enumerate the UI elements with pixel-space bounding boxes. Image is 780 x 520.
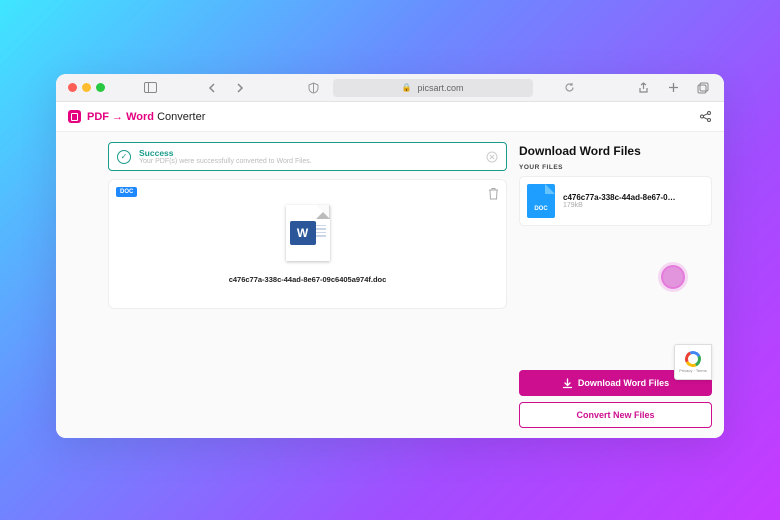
delete-file-icon[interactable] — [488, 187, 499, 200]
download-icon — [562, 378, 573, 389]
browser-toolbar: 🔒 picsart.com — [56, 74, 724, 102]
forward-button-icon[interactable] — [231, 79, 249, 97]
dismiss-banner-icon[interactable] — [486, 151, 498, 163]
recaptcha-icon — [683, 349, 704, 370]
download-file-name: c476c77a-338c-44ad-8e67-0… — [563, 193, 704, 202]
convert-new-files-button[interactable]: Convert New Files — [519, 402, 712, 428]
share-icon[interactable] — [634, 79, 652, 97]
minimize-window-icon[interactable] — [82, 83, 91, 92]
doc-file-icon: DOC — [527, 184, 555, 218]
back-button-icon[interactable] — [203, 79, 221, 97]
success-check-icon: ✓ — [117, 150, 131, 164]
new-tab-icon[interactable] — [664, 79, 682, 97]
sidebar-toggle-icon[interactable] — [141, 79, 159, 97]
convert-button-label: Convert New Files — [576, 410, 654, 420]
recaptcha-terms: Privacy · Terms — [679, 368, 706, 373]
download-file-row[interactable]: DOC c476c77a-338c-44ad-8e67-0… 179kB — [519, 176, 712, 226]
success-subtitle: Your PDF(s) were successfully converted … — [139, 158, 478, 165]
download-button-label: Download Word Files — [578, 378, 669, 388]
window-controls[interactable] — [68, 83, 105, 92]
lock-icon: 🔒 — [402, 83, 412, 92]
tabs-overview-icon[interactable] — [694, 79, 712, 97]
file-type-badge: DOC — [116, 187, 137, 197]
close-window-icon[interactable] — [68, 83, 77, 92]
app-logo-icon — [68, 110, 81, 123]
success-banner: ✓ Success Your PDF(s) were successfully … — [108, 142, 507, 171]
word-w-mark: W — [290, 221, 316, 245]
preview-filename: c476c77a-338c-44ad-8e67-09c6405a974f.doc — [229, 275, 387, 284]
word-file-icon: W — [286, 205, 330, 261]
download-file-size: 179kB — [563, 202, 704, 209]
your-files-label: YOUR FILES — [519, 164, 712, 171]
shield-icon[interactable] — [305, 79, 323, 97]
recaptcha-badge[interactable]: Privacy · Terms — [674, 344, 712, 380]
browser-window: 🔒 picsart.com PDF → Word Converter ✓ — [56, 74, 724, 438]
page-share-icon[interactable] — [699, 110, 712, 123]
download-heading: Download Word Files — [519, 142, 712, 158]
success-title: Success — [139, 148, 478, 158]
url-bar[interactable]: 🔒 picsart.com — [333, 79, 533, 97]
url-host: picsart.com — [417, 83, 463, 93]
refresh-icon[interactable] — [561, 79, 579, 97]
file-preview-card: DOC W c476c77a-338c-44ad-8e67-09c6405a97… — [108, 179, 507, 309]
page-title: PDF → Word Converter — [87, 111, 205, 123]
app-header: PDF → Word Converter — [56, 102, 724, 132]
annotation-cursor — [661, 265, 685, 289]
maximize-window-icon[interactable] — [96, 83, 105, 92]
